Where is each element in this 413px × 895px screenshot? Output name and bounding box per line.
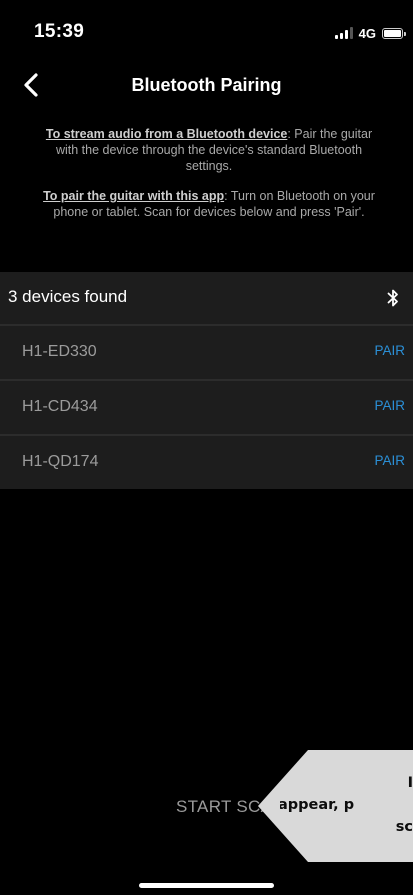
page-title: Bluetooth Pairing [131,75,282,95]
network-type: 4G [358,25,376,41]
status-time: 15:39 [34,21,85,42]
tooltip-text: I appear, p sc [280,772,413,842]
stream-instructions: To stream audio from a Bluetooth device:… [36,126,382,174]
tooltip-line: sc [395,819,413,835]
pair-button[interactable]: PAIR [374,453,405,468]
instructions: To stream audio from a Bluetooth device:… [36,126,382,220]
devices-header: 3 devices found [0,272,413,324]
battery-icon [382,27,406,39]
pair-button[interactable]: PAIR [374,343,405,358]
device-name: H1-CD434 [22,398,98,415]
pair-instructions: To pair the guitar with this app: Turn o… [36,188,382,220]
tooltip-line: appear, p [280,797,355,813]
nav-bar: Bluetooth Pairing [0,62,413,106]
device-row[interactable]: H1-QD174 PAIR [0,434,413,489]
stream-heading: To stream audio from a Bluetooth device [45,127,288,141]
device-row[interactable]: H1-CD434 PAIR [0,379,413,434]
devices-count: 3 devices found [8,287,128,306]
status-bar: 15:39 4G [0,0,413,58]
tooltip-line: I [407,775,413,791]
home-indicator [139,883,274,888]
screen: 15:39 4G Bluetooth Pairing To stream aud… [0,0,413,895]
pair-button[interactable]: PAIR [374,398,405,413]
device-row[interactable]: H1-ED330 PAIR [0,324,413,379]
cellular-signal-icon [334,27,353,39]
status-indicators: 4G [334,25,406,41]
device-name: H1-QD174 [22,453,99,470]
device-name: H1-ED330 [22,343,97,360]
bluetooth-icon [387,289,398,307]
pair-heading: To pair the guitar with this app [43,189,225,203]
tooltip-callout: I appear, p sc [258,750,413,862]
